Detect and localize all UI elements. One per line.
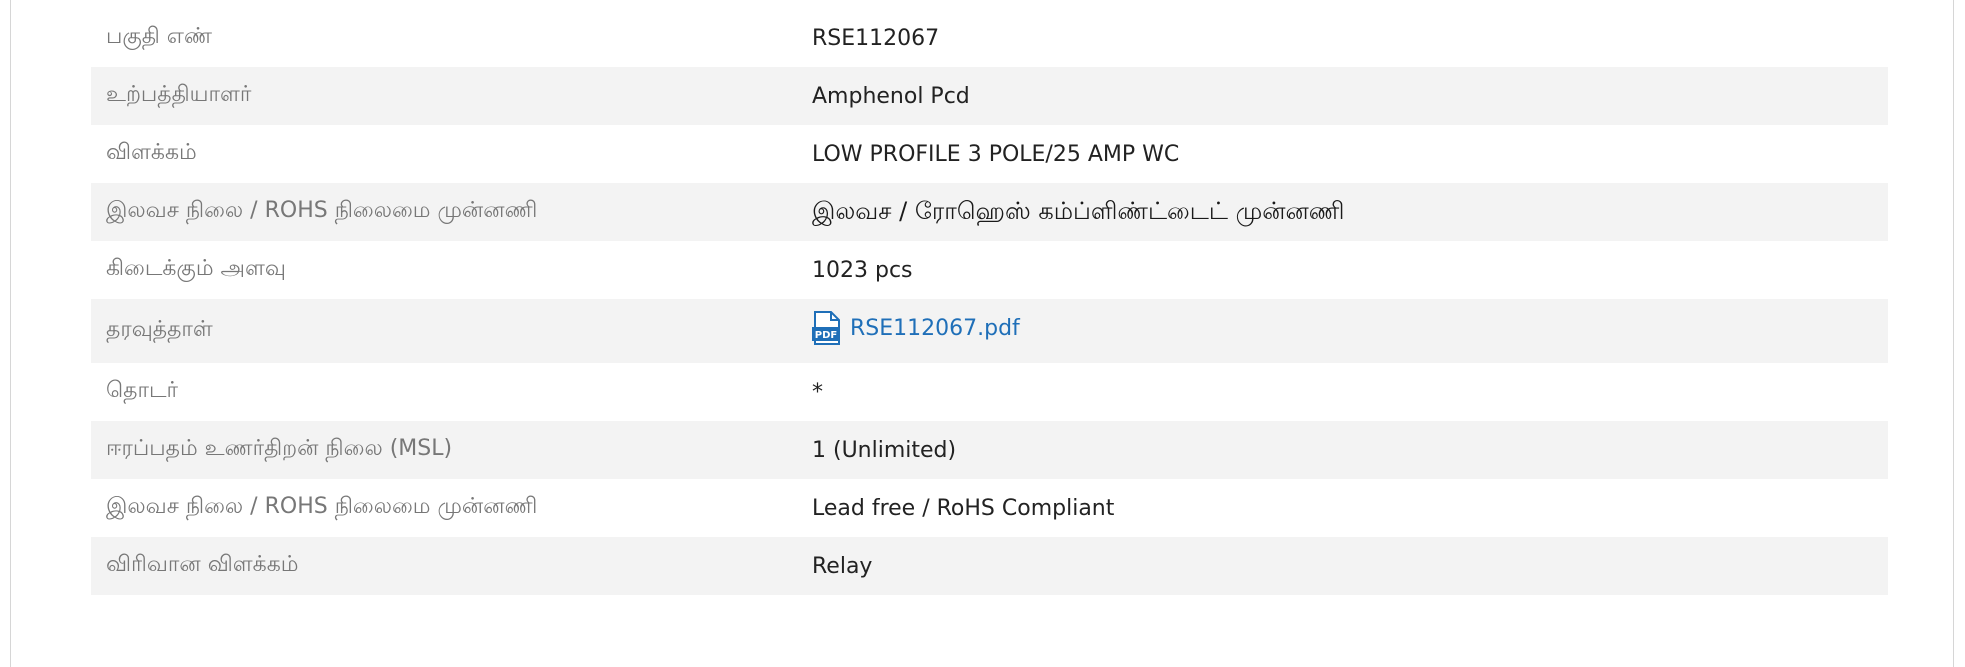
spec-value: PDF RSE112067.pdf [812, 311, 1888, 351]
spec-label: இலவச நிலை / ROHS நிலைமை முன்னணி [106, 494, 538, 519]
spec-row-description: விளக்கம் LOW PROFILE 3 POLE/25 AMP WC [91, 125, 1888, 183]
spec-label: பகுதி எண் [106, 24, 212, 49]
spec-label: ஈரப்பதம் உணர்திறன் நிலை (MSL) [106, 436, 453, 461]
datasheet-link-label: RSE112067.pdf [850, 315, 1020, 341]
spec-row-available-quantity: கிடைக்கும் அளவு 1023 pcs [91, 241, 1888, 299]
spec-row-part-number: பகுதி எண் RSE112067 [91, 9, 1888, 67]
spec-label: விரிவான விளக்கம் [106, 552, 299, 577]
spec-value: Relay [812, 553, 873, 579]
spec-label: இலவச நிலை / ROHS நிலைமை முன்னணி [106, 198, 538, 223]
spec-label: விளக்கம் [106, 140, 197, 165]
spec-label: தொடர் [106, 378, 178, 403]
spec-label: உற்பத்தியாளர் [106, 82, 252, 107]
spec-row-manufacturer: உற்பத்தியாளர் Amphenol Pcd [91, 67, 1888, 125]
spec-value: Amphenol Pcd [812, 83, 970, 109]
spec-value: LOW PROFILE 3 POLE/25 AMP WC [812, 141, 1180, 167]
spec-value: RSE112067 [812, 25, 940, 51]
spec-value: * [812, 379, 823, 405]
spec-value: 1023 pcs [812, 257, 913, 283]
svg-text:PDF: PDF [815, 330, 837, 341]
spec-table: பகுதி எண் RSE112067 உற்பத்தியாளர் Amphen… [91, 9, 1888, 595]
spec-value: Lead free / RoHS Compliant [812, 495, 1115, 521]
spec-row-msl: ஈரப்பதம் உணர்திறன் நிலை (MSL) 1 (Unlimit… [91, 421, 1888, 479]
spec-row-datasheet: தரவுத்தாள் PDF RSE112067.pdf [91, 299, 1888, 363]
pdf-file-icon: PDF [812, 311, 842, 345]
spec-label: தரவுத்தாள் [106, 317, 213, 342]
spec-value: இலவச / ரோஹெஸ் கம்ப்ளிண்ட்டைட் முன்னணி [812, 196, 1345, 225]
spec-value: 1 (Unlimited) [812, 437, 957, 463]
spec-row-series: தொடர் * [91, 363, 1888, 421]
datasheet-link[interactable]: PDF RSE112067.pdf [812, 311, 1020, 345]
spec-row-lead-free-status: இலவச நிலை / ROHS நிலைமை முன்னணி Lead fre… [91, 479, 1888, 537]
spec-row-rohs-status: இலவச நிலை / ROHS நிலைமை முன்னணி இலவச / ர… [91, 183, 1888, 241]
spec-label: கிடைக்கும் அளவு [106, 256, 286, 281]
page-container: பகுதி எண் RSE112067 உற்பத்தியாளர் Amphen… [10, 0, 1954, 667]
spec-row-detailed-description: விரிவான விளக்கம் Relay [91, 537, 1888, 595]
